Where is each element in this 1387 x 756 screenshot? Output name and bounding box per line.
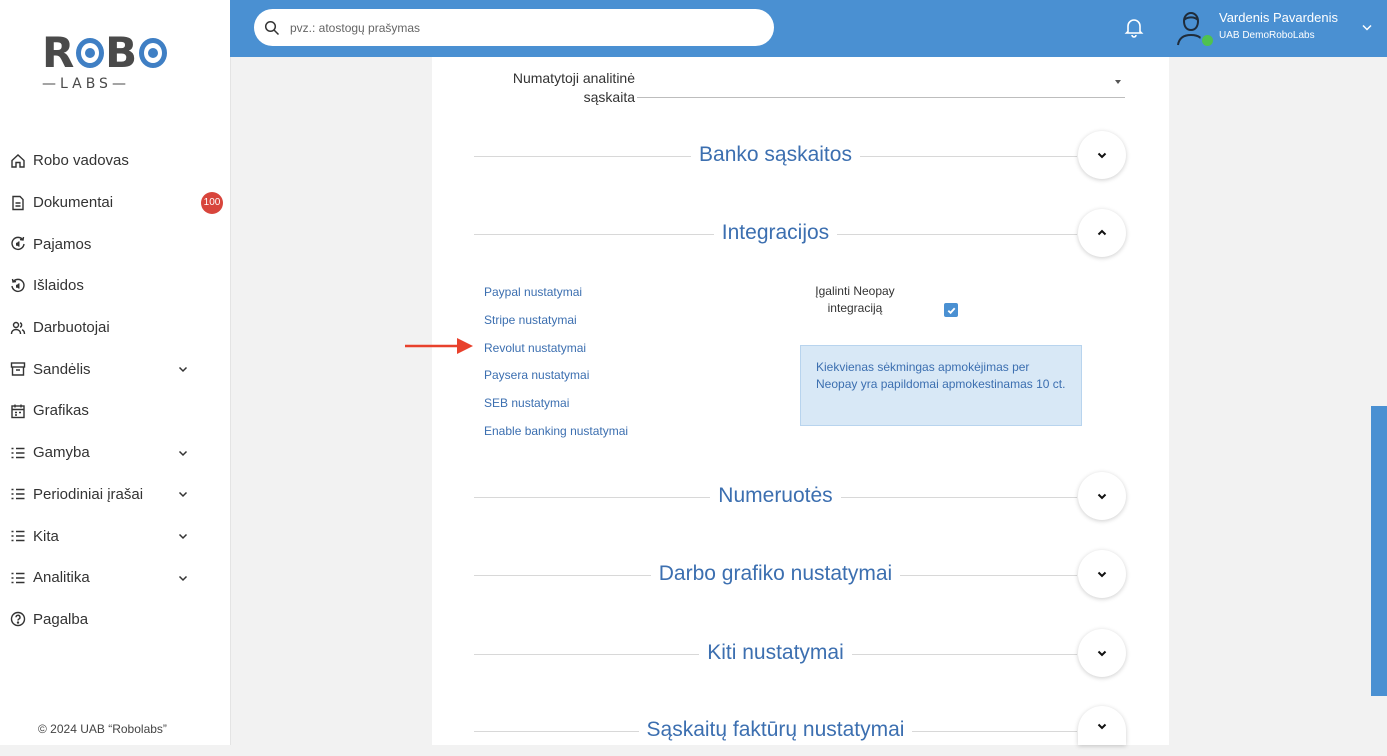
red-arrow-annotation [405, 338, 473, 354]
list-icon [10, 570, 26, 586]
collapse-integrations-button[interactable] [1078, 209, 1126, 257]
list-icon [10, 486, 26, 502]
document-icon [10, 195, 26, 211]
top-bar: Vardenis Pavardenis UAB DemoRoboLabs [230, 0, 1387, 57]
list-icon [10, 528, 26, 544]
expense-icon [10, 278, 26, 294]
home-icon [10, 153, 26, 169]
sidebar-item-pagalba[interactable]: Pagalba [0, 599, 230, 641]
section-title-schedule: Darbo grafiko nustatymai [650, 562, 901, 585]
income-icon [10, 236, 26, 252]
expand-invoices-button[interactable] [1078, 706, 1126, 745]
section-title-invoices: Sąskaitų faktūrų nustatymai [638, 718, 913, 741]
documents-count-badge: 100 [201, 191, 223, 214]
checkmark-icon [947, 307, 955, 314]
section-title-other: Kiti nustatymai [699, 641, 852, 664]
user-name[interactable]: Vardenis Pavardenis [1219, 10, 1338, 25]
chevron-down-icon[interactable] [176, 487, 190, 501]
chevron-down-icon[interactable] [176, 529, 190, 543]
user-company[interactable]: UAB DemoRoboLabs [1219, 30, 1315, 41]
neopay-info-box: Kiekvienas sėkmingas apmokėjimas per Neo… [800, 345, 1082, 426]
sidebar-item-label: Robo vadovas [33, 152, 129, 170]
section-numbering: Numeruotės [474, 472, 1129, 522]
sidebar-item-label: Dokumentai [33, 194, 114, 212]
sidebar-item-sandelis[interactable]: Sandėlis [0, 348, 230, 390]
section-integrations: Integracijos [474, 209, 1129, 259]
chevron-down-icon [1097, 493, 1107, 500]
sidebar-item-islaidos[interactable]: Išlaidos [0, 265, 230, 307]
search-box[interactable] [254, 9, 774, 46]
logo-subtext: —LABS— [42, 76, 130, 92]
section-other: Kiti nustatymai [474, 629, 1129, 679]
sidebar-item-dokumentai[interactable]: Dokumentai 100 [0, 182, 230, 224]
link-paypal-settings[interactable]: Paypal nustatymai [484, 280, 628, 308]
search-icon [264, 20, 280, 35]
section-schedule: Darbo grafiko nustatymai [474, 550, 1129, 600]
chevron-down-icon[interactable] [176, 571, 190, 585]
sidebar-item-label: Pajamos [33, 235, 92, 253]
neopay-enable-checkbox[interactable] [944, 303, 958, 317]
copyright-text: © 2024 UAB “Robolabs” [38, 722, 167, 736]
link-stripe-settings[interactable]: Stripe nustatymai [484, 308, 628, 336]
sidebar-item-periodiniai-irasai[interactable]: Periodiniai įrašai [0, 474, 230, 516]
sidebar-item-label: Gamyba [33, 444, 90, 462]
sidebar-item-analitika[interactable]: Analitika [0, 557, 230, 599]
sidebar-item-pajamos[interactable]: Pajamos [0, 223, 230, 265]
sidebar-item-label: Kita [33, 527, 59, 545]
chevron-up-icon [1097, 229, 1107, 236]
warehouse-icon [10, 361, 26, 377]
section-title-numbering: Numeruotės [710, 484, 841, 507]
sidebar-item-label: Analitika [33, 569, 90, 587]
help-icon [10, 611, 26, 627]
sidebar-item-label: Grafikas [33, 402, 89, 420]
section-title-integrations: Integracijos [713, 221, 838, 244]
chevron-down-icon [1097, 571, 1107, 578]
robolabs-logo[interactable]: RB —LABS— [42, 32, 168, 102]
scrollbar-thumb[interactable] [1371, 406, 1387, 696]
neopay-enable-label: Įgalinti Neopay integraciją [815, 284, 895, 315]
link-paysera-settings[interactable]: Paysera nustatymai [484, 363, 628, 391]
expand-banks-button[interactable] [1078, 131, 1126, 179]
sidebar-item-darbuotojai[interactable]: Darbuotojai [0, 307, 230, 349]
sidebar-item-label: Darbuotojai [33, 319, 110, 337]
sidebar-item-label: Pagalba [33, 610, 89, 628]
integration-links: Paypal nustatymai Stripe nustatymai Revo… [484, 280, 628, 447]
chevron-down-icon [1097, 152, 1107, 159]
section-banks: Banko sąskaitos [474, 131, 1129, 181]
online-status-dot [1200, 33, 1215, 48]
list-icon [10, 445, 26, 461]
sidebar-item-kita[interactable]: Kita [0, 515, 230, 557]
link-enable-banking-settings[interactable]: Enable banking nustatymai [484, 419, 628, 447]
caret-down-icon[interactable] [1115, 80, 1121, 84]
sidebar-item-grafikas[interactable]: Grafikas [0, 390, 230, 432]
expand-numbering-button[interactable] [1078, 472, 1126, 520]
analytic-account-label: Numatytoji analitinė sąskaita [512, 70, 635, 105]
link-seb-settings[interactable]: SEB nustatymai [484, 391, 628, 419]
expand-other-button[interactable] [1078, 629, 1126, 677]
sidebar-item-gamyba[interactable]: Gamyba [0, 432, 230, 474]
link-revolut-settings[interactable]: Revolut nustatymai [484, 336, 628, 364]
bell-icon[interactable] [1123, 16, 1145, 38]
chevron-down-icon[interactable] [1360, 20, 1374, 34]
section-title-banks: Banko sąskaitos [691, 143, 860, 166]
section-invoices: Sąskaitų faktūrų nustatymai [474, 706, 1129, 756]
sidebar: RB —LABS— Robo vadovas Dokumentai 100 Pa… [0, 0, 231, 745]
sidebar-item-label: Išlaidos [33, 277, 84, 295]
sidebar-item-label: Sandėlis [33, 360, 91, 378]
sidebar-item-robo-vadovas[interactable]: Robo vadovas [0, 140, 230, 182]
chevron-down-icon [1097, 723, 1107, 729]
sidebar-nav: Robo vadovas Dokumentai 100 Pajamos Išla… [0, 140, 230, 640]
expand-schedule-button[interactable] [1078, 550, 1126, 598]
chevron-down-icon [1097, 650, 1107, 657]
users-icon [10, 320, 26, 336]
chevron-down-icon[interactable] [176, 446, 190, 460]
logo-wordmark: RB [42, 32, 168, 74]
search-input[interactable] [288, 19, 762, 36]
chevron-down-icon[interactable] [176, 362, 190, 376]
calendar-icon [10, 403, 26, 419]
sidebar-item-label: Periodiniai įrašai [33, 485, 144, 503]
analytic-account-select[interactable] [637, 97, 1125, 98]
